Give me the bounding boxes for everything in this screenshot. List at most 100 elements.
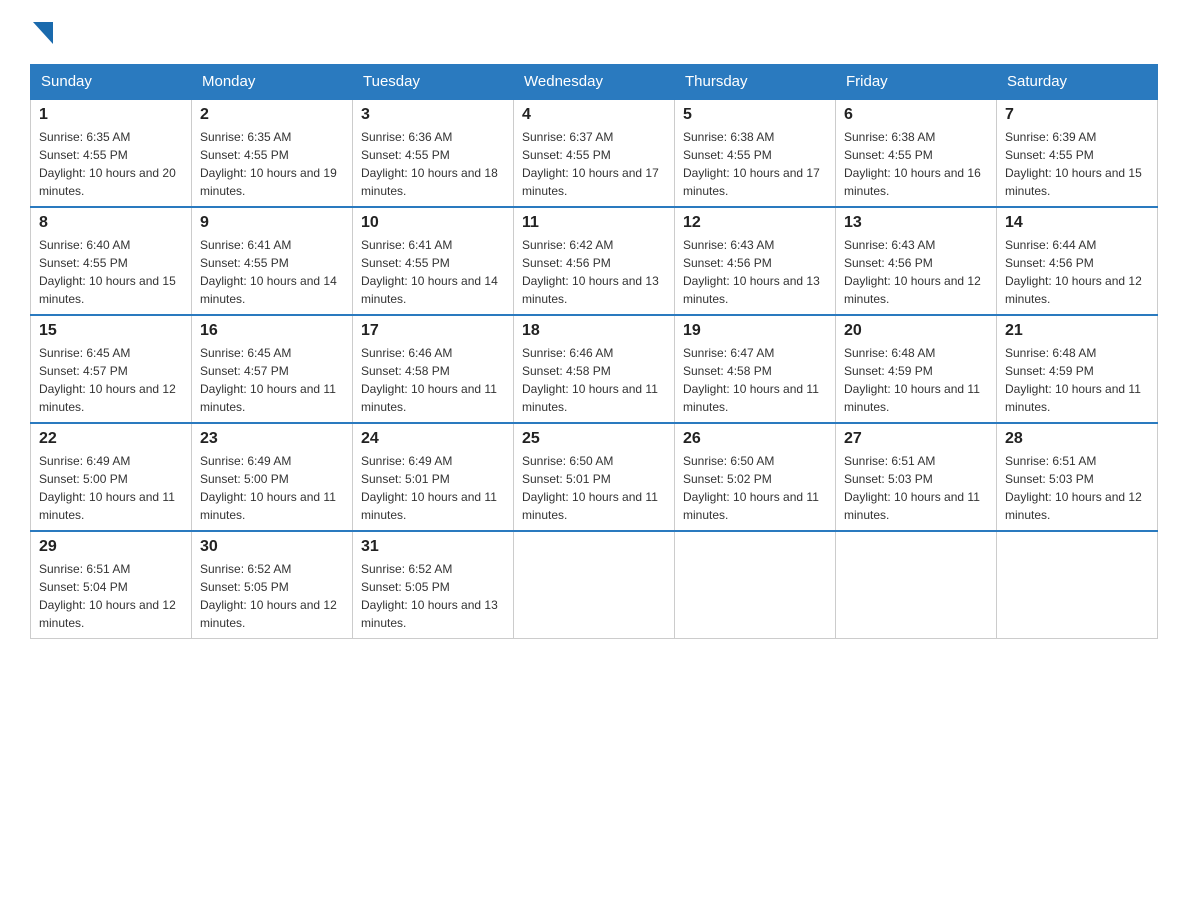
day-info: Sunrise: 6:50 AMSunset: 5:02 PMDaylight:… (683, 452, 827, 524)
calendar-cell: 13 Sunrise: 6:43 AMSunset: 4:56 PMDayligh… (836, 207, 997, 315)
calendar-cell: 30Sunrise: 6:52 AMSunset: 5:05 PMDayligh… (192, 531, 353, 639)
calendar-cell: 24 Sunrise: 6:49 AMSunset: 5:01 PMDayligh… (353, 423, 514, 531)
day-info: Sunrise: 6:41 AMSunset: 4:55 PMDaylight:… (361, 236, 505, 308)
day-info: Sunrise: 6:52 AMSunset: 5:05 PMDaylight:… (361, 560, 505, 632)
day-number: 5 (683, 106, 827, 124)
day-info: Sunrise: 6:45 AMSunset: 4:57 PMDaylight:… (200, 344, 344, 416)
weekday-header-wednesday: Wednesday (514, 65, 675, 100)
calendar-cell (675, 531, 836, 639)
day-info: Sunrise: 6:40 AMSunset: 4:55 PMDaylight:… (39, 236, 183, 308)
day-number: 10 (361, 214, 505, 232)
calendar-cell: 3 Sunrise: 6:36 AMSunset: 4:55 PMDaylight… (353, 99, 514, 207)
day-number: 29 (39, 538, 183, 556)
calendar-cell: 16 Sunrise: 6:45 AMSunset: 4:57 PMDayligh… (192, 315, 353, 423)
day-number: 9 (200, 214, 344, 232)
calendar-cell (997, 531, 1158, 639)
weekday-header-row: SundayMondayTuesdayWednesdayThursdayFrid… (31, 65, 1158, 100)
calendar-cell: 12 Sunrise: 6:43 AMSunset: 4:56 PMDayligh… (675, 207, 836, 315)
day-info: Sunrise: 6:35 AMSunset: 4:55 PMDaylight:… (200, 128, 344, 200)
calendar-cell: 11 Sunrise: 6:42 AMSunset: 4:56 PMDayligh… (514, 207, 675, 315)
calendar-cell: 21 Sunrise: 6:48 AMSunset: 4:59 PMDayligh… (997, 315, 1158, 423)
day-info: Sunrise: 6:47 AMSunset: 4:58 PMDaylight:… (683, 344, 827, 416)
day-info: Sunrise: 6:51 AMSunset: 5:03 PMDaylight:… (844, 452, 988, 524)
day-number: 22 (39, 430, 183, 448)
day-number: 16 (200, 322, 344, 340)
day-info: Sunrise: 6:42 AMSunset: 4:56 PMDaylight:… (522, 236, 666, 308)
weekday-header-saturday: Saturday (997, 65, 1158, 100)
day-info: Sunrise: 6:46 AMSunset: 4:58 PMDaylight:… (361, 344, 505, 416)
calendar-cell (836, 531, 997, 639)
day-number: 19 (683, 322, 827, 340)
logo (30, 20, 53, 44)
day-info: Sunrise: 6:38 AMSunset: 4:55 PMDaylight:… (844, 128, 988, 200)
day-info: Sunrise: 6:36 AMSunset: 4:55 PMDaylight:… (361, 128, 505, 200)
day-number: 30 (200, 538, 344, 556)
day-info: Sunrise: 6:39 AMSunset: 4:55 PMDaylight:… (1005, 128, 1149, 200)
calendar-cell: 23 Sunrise: 6:49 AMSunset: 5:00 PMDayligh… (192, 423, 353, 531)
calendar-cell: 10 Sunrise: 6:41 AMSunset: 4:55 PMDayligh… (353, 207, 514, 315)
day-number: 6 (844, 106, 988, 124)
calendar-cell: 7 Sunrise: 6:39 AMSunset: 4:55 PMDaylight… (997, 99, 1158, 207)
day-number: 17 (361, 322, 505, 340)
day-info: Sunrise: 6:43 AMSunset: 4:56 PMDaylight:… (683, 236, 827, 308)
day-info: Sunrise: 6:49 AMSunset: 5:00 PMDaylight:… (200, 452, 344, 524)
calendar-cell: 18 Sunrise: 6:46 AMSunset: 4:58 PMDayligh… (514, 315, 675, 423)
weekday-header-sunday: Sunday (31, 65, 192, 100)
calendar-cell: 14 Sunrise: 6:44 AMSunset: 4:56 PMDayligh… (997, 207, 1158, 315)
calendar-cell: 2 Sunrise: 6:35 AMSunset: 4:55 PMDaylight… (192, 99, 353, 207)
calendar-cell: 8 Sunrise: 6:40 AMSunset: 4:55 PMDaylight… (31, 207, 192, 315)
day-info: Sunrise: 6:44 AMSunset: 4:56 PMDaylight:… (1005, 236, 1149, 308)
day-number: 23 (200, 430, 344, 448)
page-header (30, 20, 1158, 44)
day-number: 26 (683, 430, 827, 448)
day-info: Sunrise: 6:37 AMSunset: 4:55 PMDaylight:… (522, 128, 666, 200)
calendar-cell: 1 Sunrise: 6:35 AMSunset: 4:55 PMDaylight… (31, 99, 192, 207)
day-number: 12 (683, 214, 827, 232)
day-number: 27 (844, 430, 988, 448)
day-number: 11 (522, 214, 666, 232)
weekday-header-monday: Monday (192, 65, 353, 100)
day-number: 21 (1005, 322, 1149, 340)
calendar-cell: 31 Sunrise: 6:52 AMSunset: 5:05 PMDayligh… (353, 531, 514, 639)
day-info: Sunrise: 6:51 AMSunset: 5:04 PMDaylight:… (39, 560, 183, 632)
day-number: 31 (361, 538, 505, 556)
day-number: 14 (1005, 214, 1149, 232)
day-info: Sunrise: 6:45 AMSunset: 4:57 PMDaylight:… (39, 344, 183, 416)
day-info: Sunrise: 6:48 AMSunset: 4:59 PMDaylight:… (1005, 344, 1149, 416)
weekday-header-tuesday: Tuesday (353, 65, 514, 100)
calendar-cell (514, 531, 675, 639)
day-number: 2 (200, 106, 344, 124)
day-number: 7 (1005, 106, 1149, 124)
calendar-cell: 4Sunrise: 6:37 AMSunset: 4:55 PMDaylight… (514, 99, 675, 207)
day-number: 20 (844, 322, 988, 340)
day-info: Sunrise: 6:41 AMSunset: 4:55 PMDaylight:… (200, 236, 344, 308)
day-number: 13 (844, 214, 988, 232)
day-number: 1 (39, 106, 183, 124)
day-number: 18 (522, 322, 666, 340)
calendar-cell: 26 Sunrise: 6:50 AMSunset: 5:02 PMDayligh… (675, 423, 836, 531)
calendar-cell: 27 Sunrise: 6:51 AMSunset: 5:03 PMDayligh… (836, 423, 997, 531)
calendar-cell: 25Sunrise: 6:50 AMSunset: 5:01 PMDayligh… (514, 423, 675, 531)
day-info: Sunrise: 6:48 AMSunset: 4:59 PMDaylight:… (844, 344, 988, 416)
day-info: Sunrise: 6:46 AMSunset: 4:58 PMDaylight:… (522, 344, 666, 416)
calendar-cell: 22 Sunrise: 6:49 AMSunset: 5:00 PMDayligh… (31, 423, 192, 531)
day-info: Sunrise: 6:49 AMSunset: 5:00 PMDaylight:… (39, 452, 183, 524)
calendar-cell: 29 Sunrise: 6:51 AMSunset: 5:04 PMDayligh… (31, 531, 192, 639)
day-info: Sunrise: 6:50 AMSunset: 5:01 PMDaylight:… (522, 452, 666, 524)
weekday-header-thursday: Thursday (675, 65, 836, 100)
calendar-table: SundayMondayTuesdayWednesdayThursdayFrid… (30, 64, 1158, 639)
day-info: Sunrise: 6:43 AMSunset: 4:56 PMDaylight:… (844, 236, 988, 308)
day-number: 15 (39, 322, 183, 340)
calendar-cell: 19 Sunrise: 6:47 AMSunset: 4:58 PMDayligh… (675, 315, 836, 423)
day-number: 24 (361, 430, 505, 448)
calendar-cell: 5Sunrise: 6:38 AMSunset: 4:55 PMDaylight… (675, 99, 836, 207)
day-info: Sunrise: 6:35 AMSunset: 4:55 PMDaylight:… (39, 128, 183, 200)
calendar-cell: 15 Sunrise: 6:45 AMSunset: 4:57 PMDayligh… (31, 315, 192, 423)
weekday-header-friday: Friday (836, 65, 997, 100)
day-number: 3 (361, 106, 505, 124)
calendar-cell: 28Sunrise: 6:51 AMSunset: 5:03 PMDayligh… (997, 423, 1158, 531)
day-info: Sunrise: 6:49 AMSunset: 5:01 PMDaylight:… (361, 452, 505, 524)
day-number: 8 (39, 214, 183, 232)
week-row-4: 22 Sunrise: 6:49 AMSunset: 5:00 PMDayligh… (31, 423, 1158, 531)
day-info: Sunrise: 6:51 AMSunset: 5:03 PMDaylight:… (1005, 452, 1149, 524)
